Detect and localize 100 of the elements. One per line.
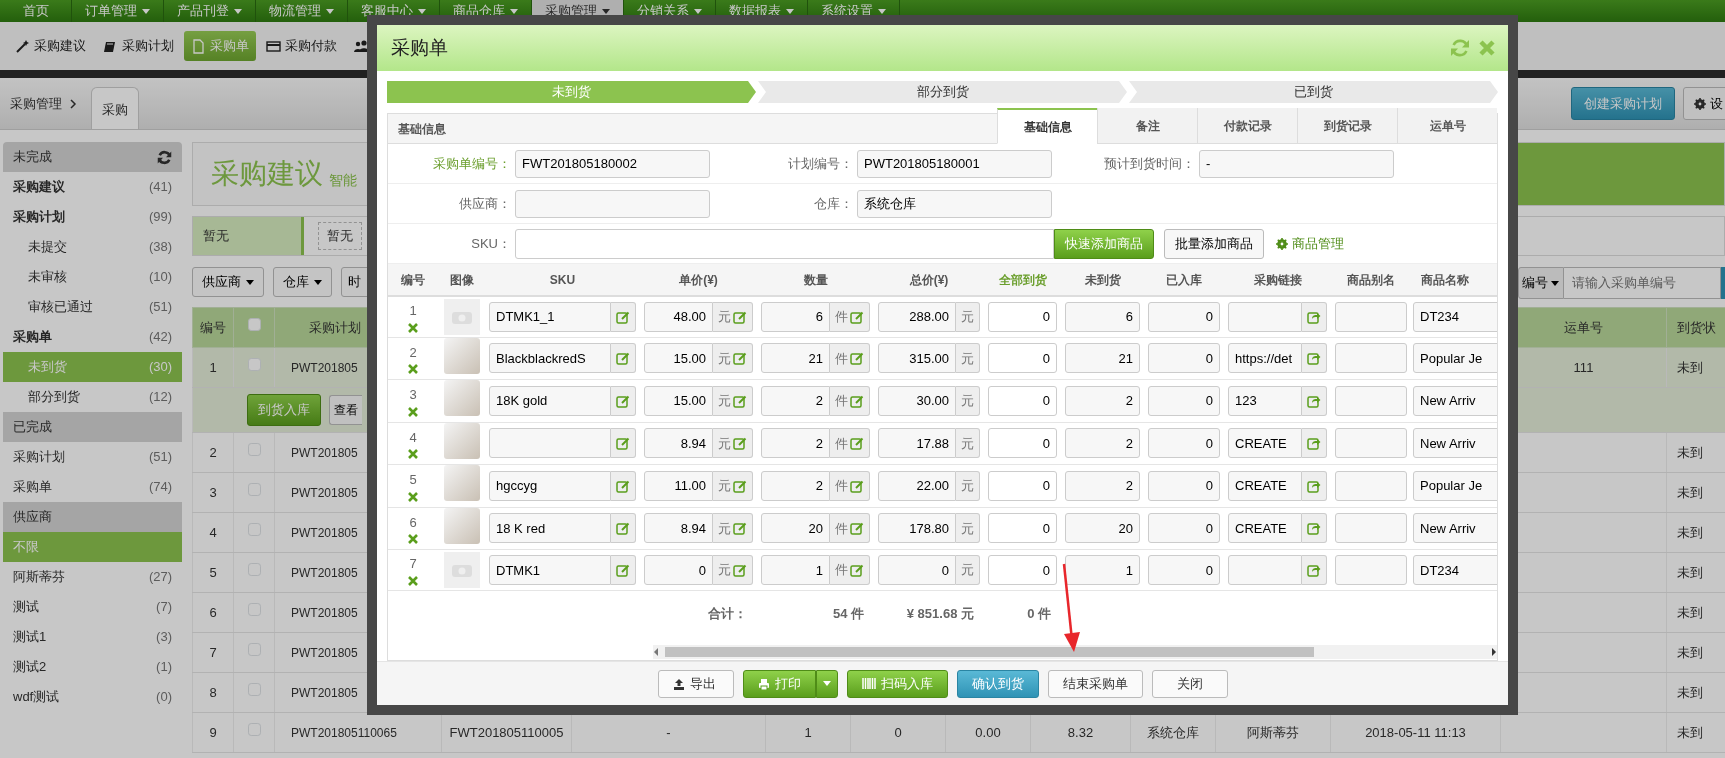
addon-button[interactable] [611, 555, 636, 585]
share-icon[interactable] [1307, 521, 1321, 536]
sidebar-item[interactable]: 采购计划 (99) [3, 202, 182, 232]
sub-nav-item[interactable]: 采购建议 [8, 31, 93, 61]
input-field[interactable] [1335, 343, 1407, 374]
tab[interactable]: 运单号 [1397, 108, 1497, 144]
delete-icon[interactable] [408, 364, 418, 374]
edit-icon[interactable] [850, 436, 864, 451]
edit-icon[interactable] [850, 309, 864, 324]
input-field[interactable]: 1 [761, 555, 830, 585]
input-field[interactable]: hgccyg [489, 470, 611, 501]
sidebar-item[interactable]: 采购建议 (41) [3, 172, 182, 202]
tab[interactable]: 备注 [1097, 108, 1197, 144]
delete-icon[interactable] [408, 449, 418, 459]
input-field[interactable]: 123 [1228, 385, 1302, 416]
input-field[interactable] [1335, 385, 1407, 416]
input-field[interactable]: 0 [988, 470, 1057, 501]
edit-icon[interactable] [616, 351, 630, 366]
addon-button[interactable] [1302, 301, 1327, 332]
edit-icon[interactable] [616, 309, 630, 324]
input-field[interactable]: New Arriv [1413, 385, 1497, 416]
sidebar-item[interactable]: 采购计划 (51) [3, 442, 182, 472]
dialog-button[interactable]: 关闭 [1151, 669, 1228, 698]
tab[interactable]: 付款记录 [1197, 108, 1297, 144]
input-field[interactable]: 0 [1148, 513, 1220, 544]
input-field[interactable]: 20 [761, 513, 830, 544]
input-field[interactable]: 0 [1148, 428, 1220, 459]
input-field[interactable]: CREATE [1228, 428, 1302, 459]
share-icon[interactable] [1307, 351, 1321, 366]
input-field[interactable]: DTMK1_1 [489, 301, 611, 332]
sidebar-item[interactable]: 未提交 (38) [3, 232, 182, 262]
input-field[interactable]: 0 [988, 301, 1057, 332]
search-field-dropdown[interactable]: 编号 [1518, 267, 1564, 299]
addon-button[interactable] [1302, 513, 1327, 544]
edit-icon[interactable] [850, 478, 864, 493]
addon-button[interactable] [611, 343, 636, 374]
input-field[interactable]: 2 [761, 428, 830, 459]
input-field[interactable] [1228, 555, 1302, 585]
horizontal-scrollbar[interactable] [653, 644, 1497, 659]
settings-button[interactable]: 设 [1683, 86, 1725, 121]
search-field[interactable]: 请输入采购单编号 [1564, 267, 1721, 299]
addon-button[interactable] [611, 513, 636, 544]
view-button[interactable]: 查看 [329, 395, 362, 425]
edit-icon[interactable] [733, 563, 747, 577]
input-field[interactable] [1335, 555, 1407, 585]
input-field[interactable]: 17.88 [878, 428, 956, 459]
input-field[interactable]: 2 [1065, 428, 1140, 459]
checkbox[interactable] [247, 642, 261, 656]
edit-icon[interactable] [850, 563, 864, 577]
input-field[interactable]: 21 [761, 343, 830, 374]
input-field[interactable]: 6 [1065, 301, 1140, 332]
checkbox[interactable] [247, 357, 261, 371]
delete-icon[interactable] [408, 534, 418, 544]
addon-button[interactable] [611, 301, 636, 332]
input-field[interactable]: DT234 [1413, 301, 1497, 332]
input-field[interactable]: 0 [988, 343, 1057, 374]
input-field[interactable] [1335, 470, 1407, 501]
input-field[interactable] [1335, 301, 1407, 332]
checkbox[interactable] [247, 682, 261, 696]
sub-nav-item[interactable]: 采购计划 [96, 31, 181, 61]
input-field[interactable]: https://det [1228, 343, 1302, 374]
sidebar-item[interactable]: 测试 (7) [3, 592, 182, 622]
addon-button[interactable] [1302, 470, 1327, 501]
input-field[interactable]: PWT201805180001 [857, 149, 1052, 178]
checkbox[interactable] [247, 482, 261, 496]
input-field[interactable]: FWT201805180002 [515, 149, 710, 178]
edit-icon[interactable] [733, 521, 747, 536]
input-field[interactable]: 20 [1065, 513, 1140, 544]
checkbox[interactable] [247, 522, 261, 536]
input-field[interactable]: CREATE [1228, 470, 1302, 501]
input-field[interactable]: 18K gold [489, 385, 611, 416]
input-field[interactable]: 178.80 [878, 513, 956, 544]
input-field[interactable]: 0 [1148, 555, 1220, 585]
input-field[interactable]: 0 [988, 385, 1057, 416]
sidebar-item[interactable]: 测试1 (3) [3, 622, 182, 652]
input-field[interactable]: 2 [1065, 470, 1140, 501]
input-field[interactable]: 15.00 [644, 343, 713, 374]
input-field[interactable] [489, 428, 611, 459]
edit-icon[interactable] [733, 309, 747, 324]
input-field[interactable]: 6 [761, 301, 830, 332]
addon-button[interactable] [1302, 343, 1327, 374]
input-field[interactable]: 0 [1148, 301, 1220, 332]
scroll-thumb[interactable] [665, 646, 1314, 657]
addon-button[interactable] [611, 470, 636, 501]
share-icon[interactable] [1307, 478, 1321, 493]
edit-icon[interactable] [616, 563, 630, 577]
share-icon[interactable] [1307, 309, 1321, 324]
page-tab[interactable]: 采购 [91, 86, 139, 129]
edit-icon[interactable] [616, 478, 630, 493]
input-field[interactable]: 8.94 [644, 428, 713, 459]
scroll-left-icon[interactable] [653, 647, 659, 656]
dialog-button[interactable]: 结束采购单 [1047, 669, 1143, 698]
sidebar-item[interactable]: 未审核 (10) [3, 262, 182, 292]
share-icon[interactable] [1307, 563, 1321, 577]
input-field[interactable]: DTMK1 [489, 555, 611, 585]
input-field[interactable]: 0 [1148, 343, 1220, 374]
print-options-button[interactable] [815, 669, 838, 698]
delete-icon[interactable] [408, 406, 418, 417]
edit-icon[interactable] [733, 351, 747, 366]
export-button[interactable]: 导出 [657, 669, 734, 698]
